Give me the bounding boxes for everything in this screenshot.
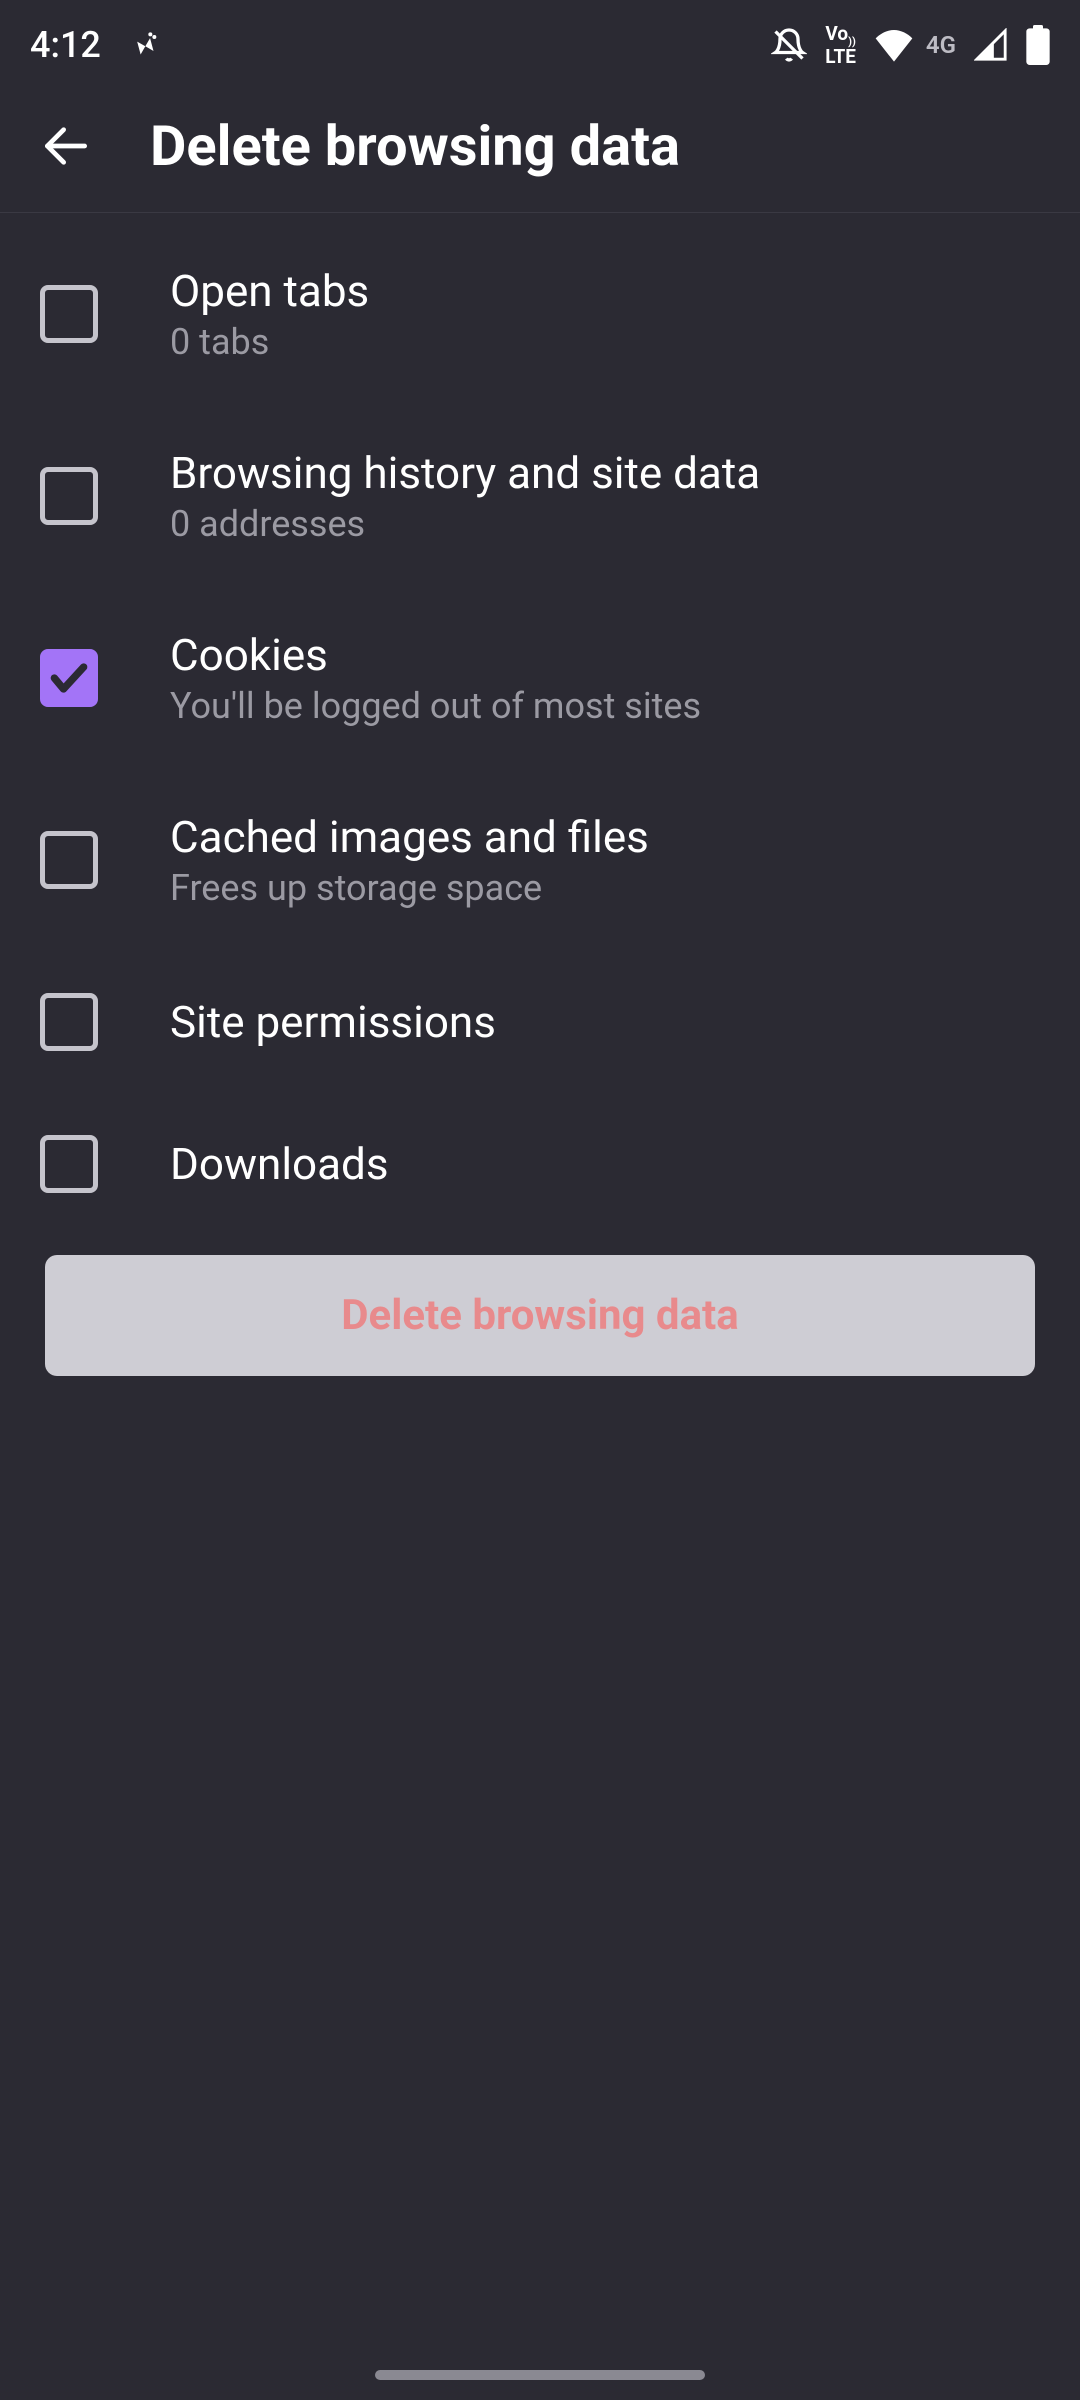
option-cached-images[interactable]: Cached images and files Frees up storage…	[0, 769, 1080, 951]
option-subtitle: You'll be logged out of most sites	[170, 685, 701, 727]
delete-button-label: Delete browsing data	[341, 1291, 739, 1340]
options-list: Open tabs 0 tabs Browsing history and si…	[0, 213, 1080, 1235]
option-title: Open tabs	[170, 265, 369, 317]
status-right: Vo)) LTE 4G	[771, 24, 1050, 66]
status-time: 4:12	[30, 24, 101, 66]
checkbox-cookies[interactable]	[40, 649, 98, 707]
option-subtitle: 0 addresses	[170, 503, 760, 545]
back-button[interactable]	[30, 110, 102, 182]
page-title: Delete browsing data	[150, 113, 680, 179]
header: Delete browsing data	[0, 90, 1080, 213]
delete-button[interactable]: Delete browsing data	[45, 1255, 1035, 1376]
option-downloads[interactable]: Downloads	[0, 1093, 1080, 1235]
volte-icon: Vo)) LTE	[825, 24, 856, 66]
checkbox-browsing-history[interactable]	[40, 467, 98, 525]
signal-icon	[974, 28, 1008, 62]
status-left: 4:12	[30, 24, 161, 66]
option-title: Downloads	[170, 1138, 389, 1190]
status-bar: 4:12 Vo)) LTE 4G	[0, 0, 1080, 90]
option-cookies[interactable]: Cookies You'll be logged out of most sit…	[0, 587, 1080, 769]
option-subtitle: Frees up storage space	[170, 867, 649, 909]
gesture-bar[interactable]	[375, 2370, 705, 2380]
wifi-icon	[874, 28, 914, 62]
checkbox-open-tabs[interactable]	[40, 285, 98, 343]
network-4g-label: 4G	[926, 31, 956, 59]
option-title: Cached images and files	[170, 811, 649, 863]
clap-icon	[129, 29, 161, 61]
option-browsing-history[interactable]: Browsing history and site data 0 address…	[0, 405, 1080, 587]
option-title: Site permissions	[170, 996, 496, 1048]
checkbox-cached-images[interactable]	[40, 831, 98, 889]
option-open-tabs[interactable]: Open tabs 0 tabs	[0, 223, 1080, 405]
checkbox-downloads[interactable]	[40, 1135, 98, 1193]
checkmark-icon	[47, 656, 91, 700]
option-title: Browsing history and site data	[170, 447, 760, 499]
arrow-left-icon	[38, 118, 94, 174]
checkbox-site-permissions[interactable]	[40, 993, 98, 1051]
option-title: Cookies	[170, 629, 701, 681]
option-subtitle: 0 tabs	[170, 321, 369, 363]
option-site-permissions[interactable]: Site permissions	[0, 951, 1080, 1093]
notifications-off-icon	[771, 27, 807, 63]
battery-icon	[1026, 25, 1050, 65]
